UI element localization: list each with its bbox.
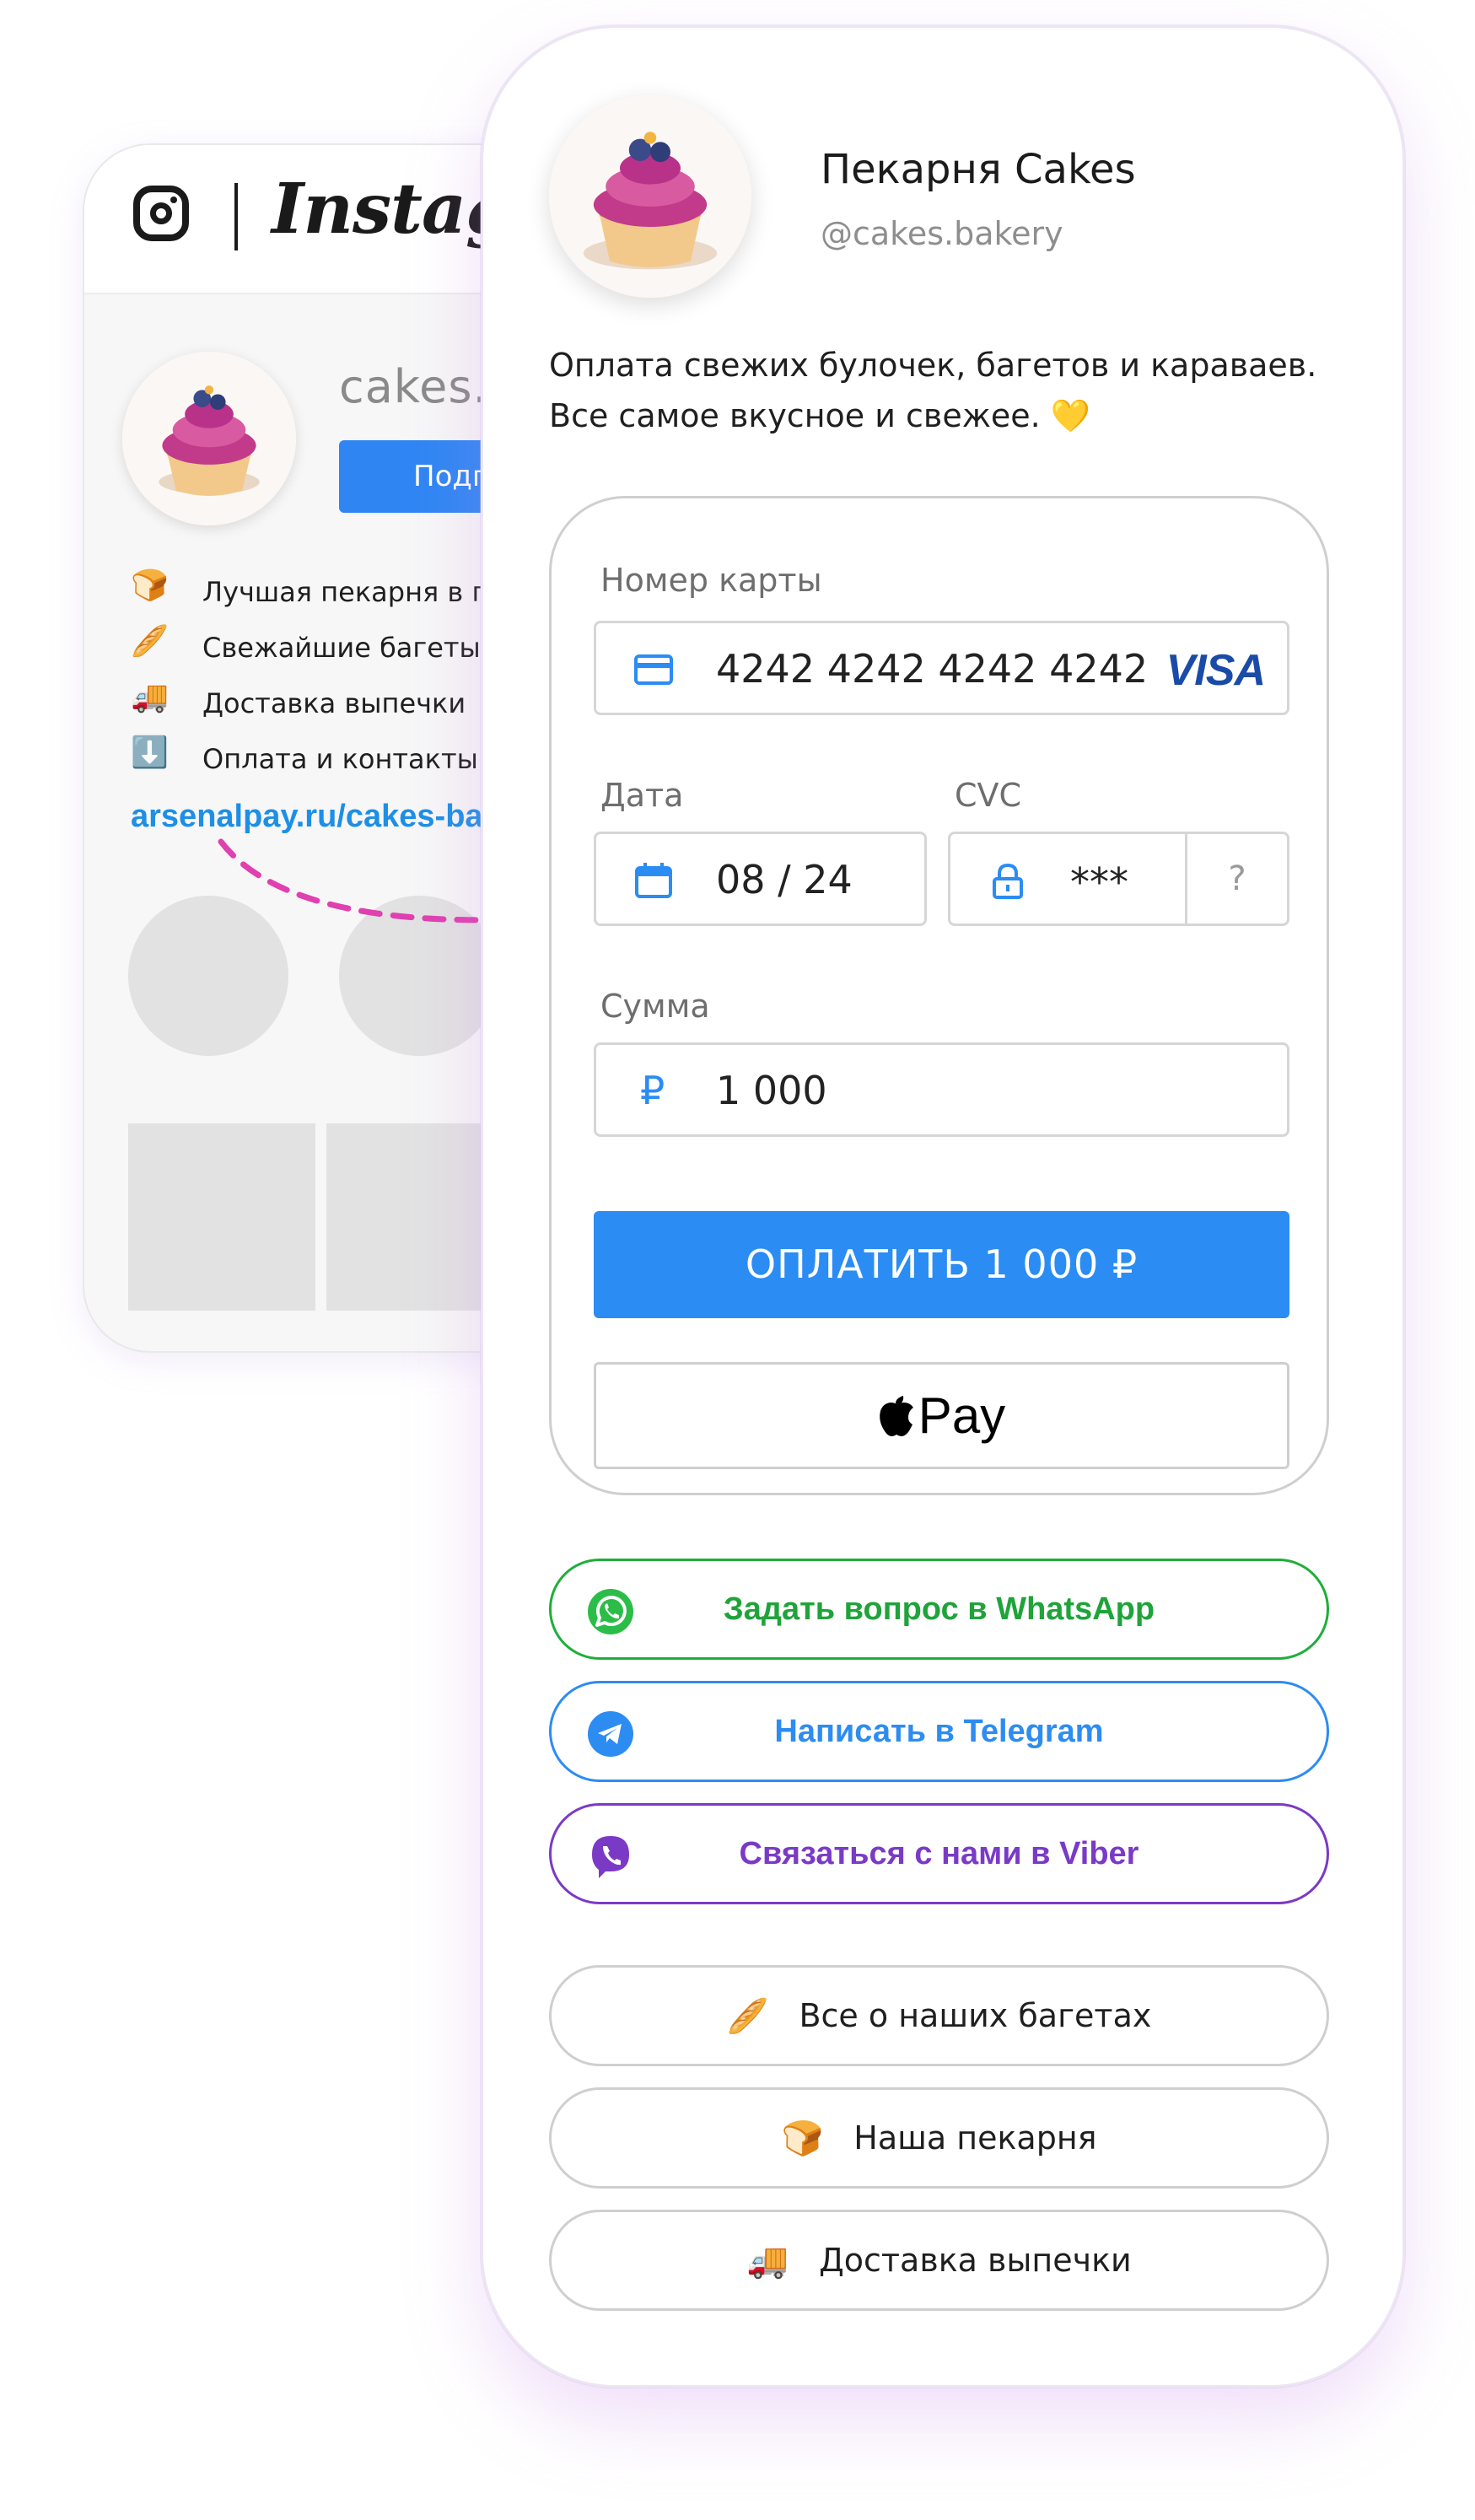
description-line: Все самое вкусное и свежее. 💛 xyxy=(549,397,1091,434)
apple-pay-label: Pay xyxy=(918,1387,1006,1444)
amount-label: Сумма xyxy=(600,988,710,1025)
shop-handle: @cakes.bakery xyxy=(821,215,1063,252)
shop-description: Оплата свежих булочек, багетов и каравае… xyxy=(549,340,1316,441)
cvc-help-button[interactable]: ? xyxy=(1185,834,1287,923)
baguette-icon: 🥖 xyxy=(131,624,169,659)
link-button-label: Наша пекарня xyxy=(853,2119,1097,2157)
viber-button-label: Связаться с нами в Viber xyxy=(739,1836,1139,1871)
apple-pay-button[interactable]: Pay xyxy=(594,1362,1289,1469)
link-button-label: Доставка выпечки xyxy=(819,2242,1132,2279)
date-label: Дата xyxy=(600,777,684,814)
bio-text: Оплата и контакты т xyxy=(202,743,503,775)
bio-text: Доставка выпечки xyxy=(202,687,466,719)
instagram-camera-icon xyxy=(133,186,189,241)
cvc-value: *** xyxy=(1070,859,1128,905)
ruble-icon: ₽ xyxy=(640,1068,665,1113)
whatsapp-button[interactable]: Задать вопрос в WhatsApp xyxy=(549,1559,1329,1660)
pay-button[interactable]: ОПЛАТИТЬ 1 000 ₽ xyxy=(594,1211,1289,1318)
whatsapp-button-label: Задать вопрос в WhatsApp xyxy=(723,1591,1155,1627)
lock-icon xyxy=(993,863,1023,899)
visa-logo-icon: VISA xyxy=(1165,646,1266,695)
header-divider xyxy=(234,183,238,250)
bio-text: Свежайшие багеты xyxy=(202,632,481,664)
telegram-button[interactable]: Написать в Telegram xyxy=(549,1681,1329,1782)
bread-icon: 🍞 xyxy=(131,568,169,603)
amount-value: 1 000 xyxy=(716,1068,827,1113)
shop-avatar xyxy=(549,95,751,298)
apple-icon xyxy=(879,1395,913,1436)
calendar-icon xyxy=(635,863,672,898)
baguette-icon: 🥖 xyxy=(726,1996,769,2036)
card-number-field[interactable]: 4242 4242 4242 4242 VISA xyxy=(594,621,1289,715)
cvc-field[interactable]: *** ? xyxy=(948,832,1289,926)
delivery-truck-icon: 🚚 xyxy=(746,2241,789,2280)
instagram-avatar xyxy=(122,352,296,525)
payment-form: Номер карты 4242 4242 4242 4242 VISA Дат… xyxy=(549,496,1329,1495)
expiry-date-field[interactable]: 08 / 24 xyxy=(594,832,927,926)
telegram-button-label: Написать в Telegram xyxy=(774,1714,1104,1749)
bread-icon: 🍞 xyxy=(781,2119,824,2158)
post-tile[interactable] xyxy=(128,1123,315,1311)
link-button-bakery[interactable]: 🍞 Наша пекарня xyxy=(549,2087,1329,2189)
card-number-label: Номер карты xyxy=(600,562,822,599)
shop-name: Пекарня Cakes xyxy=(821,146,1136,193)
amount-field[interactable]: ₽ 1 000 xyxy=(594,1042,1289,1137)
delivery-truck-icon: 🚚 xyxy=(131,680,169,714)
credit-card-icon xyxy=(634,654,673,685)
link-button-label: Все о наших багетах xyxy=(799,1997,1152,2034)
cvc-label: CVC xyxy=(955,777,1022,814)
payment-page-phone: Пекарня Cakes @cakes.bakery Оплата свежи… xyxy=(481,25,1405,2388)
link-button-baguettes[interactable]: 🥖 Все о наших багетах xyxy=(549,1965,1329,2066)
card-number-value: 4242 4242 4242 4242 xyxy=(716,646,1149,692)
link-button-delivery[interactable]: 🚚 Доставка выпечки xyxy=(549,2210,1329,2311)
viber-button[interactable]: Связаться с нами в Viber xyxy=(549,1803,1329,1904)
expiry-date-value: 08 / 24 xyxy=(716,857,853,902)
down-arrow-icon: ⬇️ xyxy=(131,735,169,770)
bio-link[interactable]: arsenalpay.ru/cakes-ba xyxy=(131,799,483,835)
description-line: Оплата свежих булочек, багетов и каравае… xyxy=(549,347,1317,384)
bio-text: Лучшая пекарня в го xyxy=(202,576,503,608)
